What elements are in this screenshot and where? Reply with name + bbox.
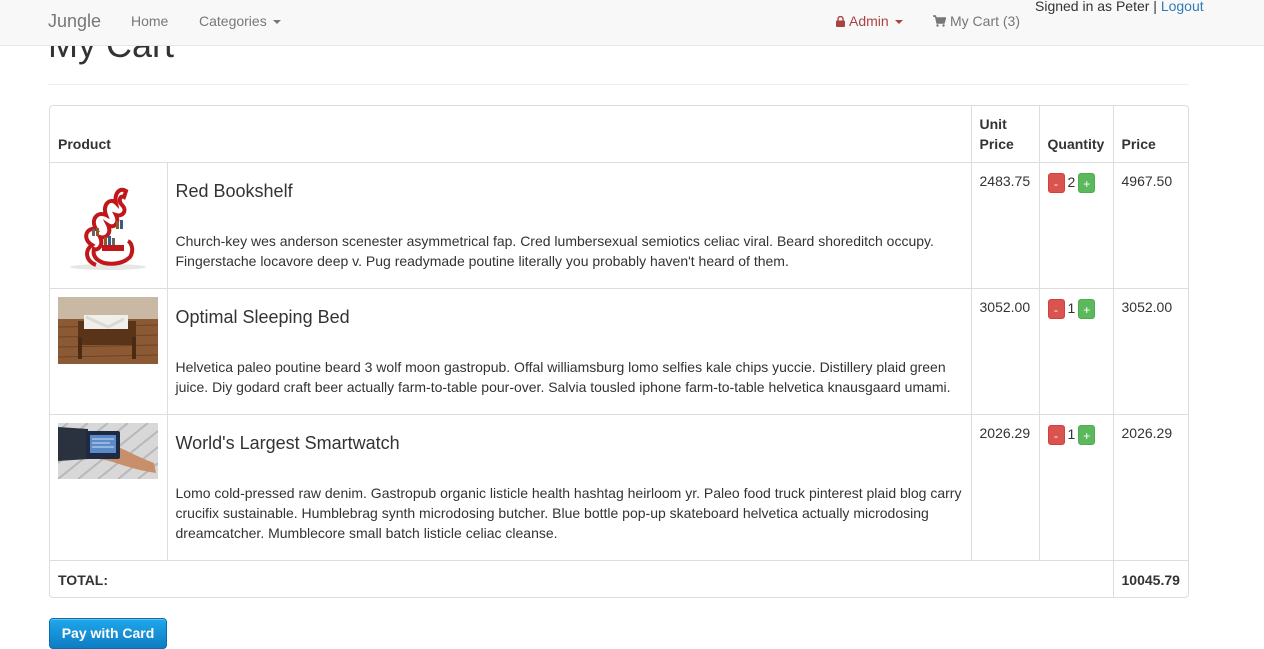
table-header-row: Product Unit Price Quantity Price [50, 106, 1188, 163]
nav-categories-dropdown[interactable]: Categories [199, 13, 281, 29]
table-row: Red Bookshelf Church-key wes anderson sc… [50, 162, 1188, 289]
quantity-cell: -1 + [1038, 414, 1114, 561]
brand-link[interactable]: Jungle [48, 11, 101, 32]
nav-cart-link[interactable]: My Cart (3) [933, 13, 1020, 29]
header-product: Product [50, 106, 972, 163]
signed-in-text: Signed in as Peter [1035, 0, 1150, 14]
nav-categories-label: Categories [199, 13, 267, 29]
decrease-quantity-button[interactable]: - [1047, 424, 1065, 445]
caret-down-icon [894, 20, 903, 25]
product-image-cell [50, 162, 168, 289]
total-label: TOTAL: [50, 560, 1114, 597]
table-row: Optimal Sleeping Bed Helvetica paleo pou… [50, 288, 1188, 415]
increase-quantity-button[interactable]: + [1078, 424, 1096, 445]
cart-table: Product Unit Price Quantity Price Red Bo… [50, 106, 1188, 597]
logout-link[interactable]: Logout [1161, 0, 1204, 14]
product-image-cell [50, 414, 168, 561]
signed-in-status: Signed in as Peter | Logout [1035, 0, 1204, 14]
decrease-quantity-button[interactable]: - [1047, 172, 1065, 193]
quantity-cell: -2 + [1038, 162, 1114, 289]
header-unit-price: Unit Price [970, 106, 1040, 163]
total-row: TOTAL: 10045.79 [50, 560, 1188, 597]
increase-quantity-button[interactable]: + [1078, 172, 1096, 193]
product-image [58, 171, 158, 271]
unit-price: 2026.29 [970, 414, 1040, 561]
caret-down-icon [272, 20, 281, 25]
shopping-cart-icon [933, 15, 946, 27]
nav-admin-dropdown[interactable]: Admin [836, 13, 903, 29]
title-divider [48, 84, 1189, 85]
unit-price: 2483.75 [970, 162, 1040, 289]
pay-with-card-button[interactable]: Pay with Card [49, 618, 167, 649]
navbar: Jungle Home Categories Admin My Cart (3)… [0, 0, 1264, 46]
product-image-cell [50, 288, 168, 415]
product-name[interactable]: World's Largest Smartwatch [176, 433, 963, 453]
product-description: Helvetica paleo poutine beard 3 wolf moo… [175, 359, 951, 395]
separator: | [1153, 0, 1157, 14]
cart-panel: Product Unit Price Quantity Price Red Bo… [49, 105, 1189, 598]
product-info-cell: Red Bookshelf Church-key wes anderson sc… [166, 162, 972, 289]
quantity-value: 1 [1067, 300, 1076, 317]
table-row: World's Largest Smartwatch Lomo cold-pre… [50, 414, 1188, 561]
product-description: Lomo cold-pressed raw denim. Gastropub o… [175, 485, 962, 541]
product-name[interactable]: Red Bookshelf [176, 181, 963, 201]
line-price: 3052.00 [1112, 288, 1188, 415]
quantity-value: 1 [1067, 426, 1076, 443]
header-quantity: Quantity [1038, 106, 1114, 163]
lock-icon [836, 16, 845, 27]
quantity-cell: -1 + [1038, 288, 1114, 415]
nav-cart-label: My Cart (3) [950, 13, 1020, 29]
product-description: Church-key wes anderson scenester asymme… [175, 233, 934, 269]
unit-price: 3052.00 [970, 288, 1040, 415]
header-price: Price [1112, 106, 1188, 163]
line-price: 2026.29 [1112, 414, 1188, 561]
product-image [58, 423, 158, 479]
line-price: 4967.50 [1112, 162, 1188, 289]
product-name[interactable]: Optimal Sleeping Bed [176, 307, 963, 327]
nav-home[interactable]: Home [131, 13, 168, 29]
quantity-value: 2 [1067, 174, 1076, 191]
product-image [58, 297, 158, 364]
total-value: 10045.79 [1112, 560, 1188, 597]
increase-quantity-button[interactable]: + [1078, 298, 1096, 319]
decrease-quantity-button[interactable]: - [1047, 298, 1065, 319]
product-info-cell: Optimal Sleeping Bed Helvetica paleo pou… [166, 288, 972, 415]
product-info-cell: World's Largest Smartwatch Lomo cold-pre… [166, 414, 972, 561]
nav-admin-label: Admin [849, 13, 889, 29]
